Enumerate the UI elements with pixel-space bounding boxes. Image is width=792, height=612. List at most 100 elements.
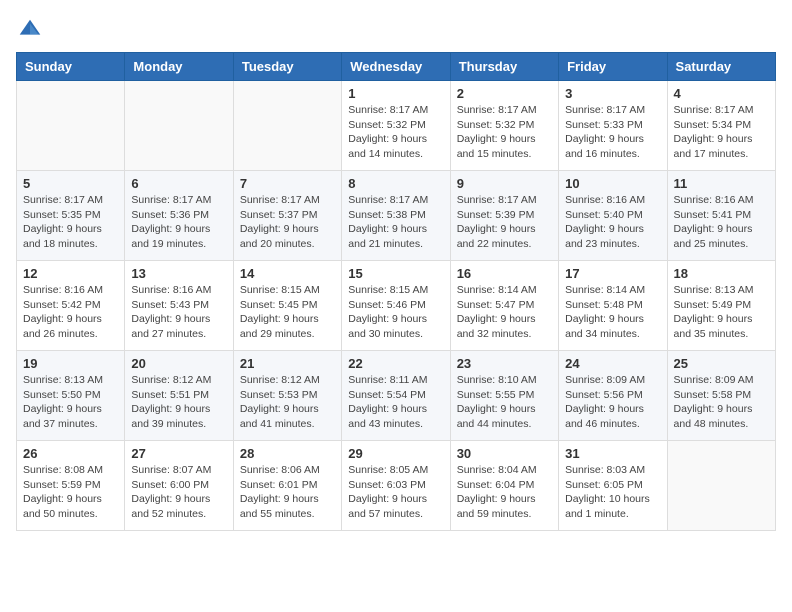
calendar-day-25: 25 Sunrise: 8:09 AMSunset: 5:58 PMDayligh… [667,351,775,441]
calendar-day-17: 17 Sunrise: 8:14 AMSunset: 5:48 PMDayligh… [559,261,667,351]
calendar-day-20: 20 Sunrise: 8:12 AMSunset: 5:51 PMDayligh… [125,351,233,441]
day-info: Sunrise: 8:04 AMSunset: 6:04 PMDaylight:… [457,463,552,522]
day-info: Sunrise: 8:17 AMSunset: 5:32 PMDaylight:… [457,103,552,162]
calendar-day-1: 1 Sunrise: 8:17 AMSunset: 5:32 PMDaylight… [342,81,450,171]
day-info: Sunrise: 8:12 AMSunset: 5:51 PMDaylight:… [131,373,226,432]
calendar-day-21: 21 Sunrise: 8:12 AMSunset: 5:53 PMDayligh… [233,351,341,441]
calendar-day-15: 15Sunrise: 8:15 AMSunset: 5:46 PMDayligh… [342,261,450,351]
day-info: Sunrise: 8:03 AMSunset: 6:05 PMDaylight:… [565,463,660,522]
calendar-day-14: 14 Sunrise: 8:15 AMSunset: 5:45 PMDayligh… [233,261,341,351]
day-number: 24 [565,356,660,371]
day-info: Sunrise: 8:09 AMSunset: 5:56 PMDaylight:… [565,373,660,432]
calendar-day-18: 18 Sunrise: 8:13 AMSunset: 5:49 PMDayligh… [667,261,775,351]
calendar-day-26: 26Sunrise: 8:08 AMSunset: 5:59 PMDayligh… [17,441,125,531]
calendar-day-3: 3 Sunrise: 8:17 AMSunset: 5:33 PMDaylight… [559,81,667,171]
day-number: 31 [565,446,660,461]
day-info: Sunrise: 8:16 AMSunset: 5:40 PMDaylight:… [565,193,660,252]
day-number: 28 [240,446,335,461]
day-info: Sunrise: 8:15 AMSunset: 5:45 PMDaylight:… [240,283,335,342]
calendar-week-row: 19 Sunrise: 8:13 AMSunset: 5:50 PMDayligh… [17,351,776,441]
calendar-day-4: 4Sunrise: 8:17 AMSunset: 5:34 PMDaylight… [667,81,775,171]
day-info: Sunrise: 8:17 AMSunset: 5:32 PMDaylight:… [348,103,443,162]
logo-icon [16,16,44,44]
day-number: 30 [457,446,552,461]
day-info: Sunrise: 8:12 AMSunset: 5:53 PMDaylight:… [240,373,335,432]
calendar-day-2: 2 Sunrise: 8:17 AMSunset: 5:32 PMDaylight… [450,81,558,171]
weekday-header-row: SundayMondayTuesdayWednesdayThursdayFrid… [17,53,776,81]
calendar-day-30: 30 Sunrise: 8:04 AMSunset: 6:04 PMDayligh… [450,441,558,531]
calendar-day-29: 29 Sunrise: 8:05 AMSunset: 6:03 PMDayligh… [342,441,450,531]
day-number: 7 [240,176,335,191]
calendar-empty-cell [667,441,775,531]
calendar-empty-cell [233,81,341,171]
day-info: Sunrise: 8:16 AMSunset: 5:41 PMDaylight:… [674,193,769,252]
calendar-day-16: 16 Sunrise: 8:14 AMSunset: 5:47 PMDayligh… [450,261,558,351]
day-number: 8 [348,176,443,191]
day-info: Sunrise: 8:11 AMSunset: 5:54 PMDaylight:… [348,373,443,432]
weekday-header-monday: Monday [125,53,233,81]
day-number: 6 [131,176,226,191]
calendar-day-31: 31 Sunrise: 8:03 AMSunset: 6:05 PMDayligh… [559,441,667,531]
calendar-empty-cell [17,81,125,171]
calendar-day-11: 11 Sunrise: 8:16 AMSunset: 5:41 PMDayligh… [667,171,775,261]
day-info: Sunrise: 8:10 AMSunset: 5:55 PMDaylight:… [457,373,552,432]
day-info: Sunrise: 8:09 AMSunset: 5:58 PMDaylight:… [674,373,769,432]
calendar-day-10: 10 Sunrise: 8:16 AMSunset: 5:40 PMDayligh… [559,171,667,261]
day-info: Sunrise: 8:17 AMSunset: 5:35 PMDaylight:… [23,193,118,252]
day-number: 17 [565,266,660,281]
weekday-header-tuesday: Tuesday [233,53,341,81]
calendar-week-row: 12Sunrise: 8:16 AMSunset: 5:42 PMDayligh… [17,261,776,351]
weekday-header-friday: Friday [559,53,667,81]
calendar-day-6: 6 Sunrise: 8:17 AMSunset: 5:36 PMDaylight… [125,171,233,261]
day-info: Sunrise: 8:05 AMSunset: 6:03 PMDaylight:… [348,463,443,522]
day-info: Sunrise: 8:17 AMSunset: 5:33 PMDaylight:… [565,103,660,162]
day-number: 29 [348,446,443,461]
day-number: 3 [565,86,660,101]
day-number: 14 [240,266,335,281]
calendar-week-row: 26Sunrise: 8:08 AMSunset: 5:59 PMDayligh… [17,441,776,531]
day-number: 2 [457,86,552,101]
day-info: Sunrise: 8:17 AMSunset: 5:39 PMDaylight:… [457,193,552,252]
day-number: 21 [240,356,335,371]
day-number: 11 [674,176,769,191]
calendar-table: SundayMondayTuesdayWednesdayThursdayFrid… [16,52,776,531]
calendar-day-13: 13Sunrise: 8:16 AMSunset: 5:43 PMDayligh… [125,261,233,351]
day-number: 25 [674,356,769,371]
logo [16,16,48,44]
weekday-header-saturday: Saturday [667,53,775,81]
day-number: 23 [457,356,552,371]
day-info: Sunrise: 8:07 AMSunset: 6:00 PMDaylight:… [131,463,226,522]
calendar-day-12: 12Sunrise: 8:16 AMSunset: 5:42 PMDayligh… [17,261,125,351]
day-info: Sunrise: 8:17 AMSunset: 5:36 PMDaylight:… [131,193,226,252]
day-info: Sunrise: 8:13 AMSunset: 5:50 PMDaylight:… [23,373,118,432]
day-number: 9 [457,176,552,191]
day-info: Sunrise: 8:17 AMSunset: 5:38 PMDaylight:… [348,193,443,252]
page-header [16,16,776,44]
weekday-header-sunday: Sunday [17,53,125,81]
day-number: 20 [131,356,226,371]
calendar-week-row: 5Sunrise: 8:17 AMSunset: 5:35 PMDaylight… [17,171,776,261]
day-number: 10 [565,176,660,191]
day-number: 1 [348,86,443,101]
calendar-day-19: 19 Sunrise: 8:13 AMSunset: 5:50 PMDayligh… [17,351,125,441]
day-number: 19 [23,356,118,371]
weekday-header-wednesday: Wednesday [342,53,450,81]
day-number: 18 [674,266,769,281]
day-number: 13 [131,266,226,281]
day-number: 16 [457,266,552,281]
day-info: Sunrise: 8:14 AMSunset: 5:47 PMDaylight:… [457,283,552,342]
calendar-empty-cell [125,81,233,171]
calendar-day-9: 9 Sunrise: 8:17 AMSunset: 5:39 PMDaylight… [450,171,558,261]
day-info: Sunrise: 8:14 AMSunset: 5:48 PMDaylight:… [565,283,660,342]
calendar-day-7: 7 Sunrise: 8:17 AMSunset: 5:37 PMDaylight… [233,171,341,261]
day-info: Sunrise: 8:15 AMSunset: 5:46 PMDaylight:… [348,283,443,342]
day-info: Sunrise: 8:16 AMSunset: 5:42 PMDaylight:… [23,283,118,342]
day-number: 27 [131,446,226,461]
day-info: Sunrise: 8:08 AMSunset: 5:59 PMDaylight:… [23,463,118,522]
day-info: Sunrise: 8:17 AMSunset: 5:37 PMDaylight:… [240,193,335,252]
day-info: Sunrise: 8:13 AMSunset: 5:49 PMDaylight:… [674,283,769,342]
calendar-day-24: 24 Sunrise: 8:09 AMSunset: 5:56 PMDayligh… [559,351,667,441]
calendar-day-23: 23 Sunrise: 8:10 AMSunset: 5:55 PMDayligh… [450,351,558,441]
day-number: 22 [348,356,443,371]
calendar-week-row: 1 Sunrise: 8:17 AMSunset: 5:32 PMDaylight… [17,81,776,171]
